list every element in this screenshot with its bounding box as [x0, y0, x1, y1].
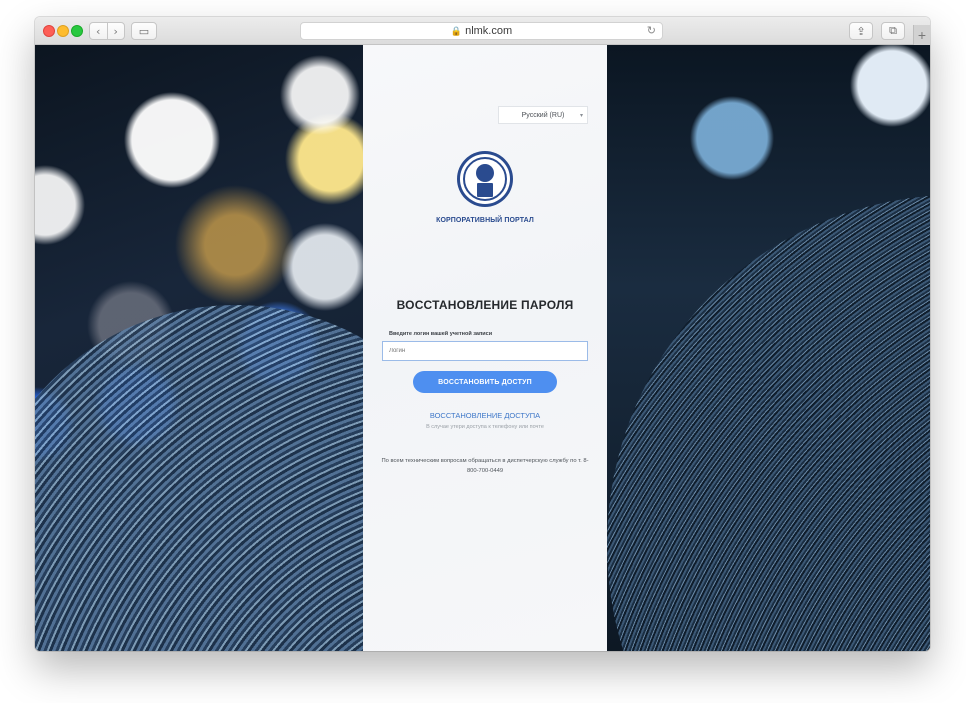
- zoom-window-button[interactable]: [71, 25, 83, 37]
- support-contact-text: По всем техническим вопросам обращаться …: [381, 458, 589, 474]
- tabs-icon: ⧉: [889, 24, 897, 37]
- minimize-window-button[interactable]: [57, 25, 69, 37]
- password-recovery-panel: Русский (RU) ▾ КОРПОРАТИВНЫЙ ПОРТАЛ ВОСС…: [363, 45, 607, 651]
- login-input[interactable]: [382, 341, 588, 361]
- page-content: Русский (RU) ▾ КОРПОРАТИВНЫЙ ПОРТАЛ ВОСС…: [35, 45, 930, 651]
- new-tab-button[interactable]: +: [913, 25, 930, 45]
- browser-window: ‹ › ▭ 🔒 nlmk.com ↻ ⇪ ⧉ + Русский (RU) ▾: [35, 17, 930, 651]
- address-bar[interactable]: 🔒 nlmk.com ↻: [300, 22, 663, 40]
- forward-icon[interactable]: ›: [106, 23, 125, 39]
- chevron-down-icon: ▾: [579, 113, 583, 119]
- plus-icon: +: [917, 27, 927, 43]
- browser-toolbar: ‹ › ▭ 🔒 nlmk.com ↻ ⇪ ⧉ +: [35, 17, 930, 45]
- sidebar-icon: ▭: [138, 24, 150, 38]
- lock-icon: 🔒: [450, 25, 463, 36]
- restore-access-button[interactable]: ВОССТАНОВИТЬ ДОСТУП: [413, 371, 557, 393]
- portal-name: КОРПОРАТИВНЫЙ ПОРТАЛ: [436, 217, 534, 224]
- access-recovery-link[interactable]: ВОССТАНОВЛЕНИЕ ДОСТУПА: [363, 411, 607, 420]
- language-select[interactable]: Русский (RU) ▾: [498, 106, 588, 124]
- steel-coil-background-left: [35, 45, 495, 651]
- reload-icon[interactable]: ↻: [647, 24, 656, 37]
- logo-inner: [460, 154, 510, 204]
- steel-coil-background-right: [607, 45, 930, 651]
- access-recovery-hint: В случае утери доступа к телефону или по…: [426, 424, 544, 430]
- show-tabs-button[interactable]: ⧉: [881, 22, 905, 40]
- language-selected: Русский (RU): [521, 111, 565, 119]
- share-button[interactable]: ⇪: [849, 22, 873, 40]
- back-icon[interactable]: ‹: [90, 23, 107, 39]
- share-icon: ⇪: [856, 24, 866, 38]
- sidebar-toggle-button[interactable]: ▭: [131, 22, 157, 40]
- close-window-button[interactable]: [43, 25, 55, 37]
- portal-logo: [457, 151, 513, 207]
- navigation-buttons: ‹ ›: [89, 22, 125, 40]
- page-title: ВОССТАНОВЛЕНИЕ ПАРОЛЯ: [396, 298, 574, 312]
- login-field-label: Введите логин вашей учетной записи: [389, 331, 493, 337]
- logo-person-body: [477, 183, 493, 197]
- address-text: nlmk.com: [465, 25, 513, 37]
- logo-person-head: [476, 164, 494, 182]
